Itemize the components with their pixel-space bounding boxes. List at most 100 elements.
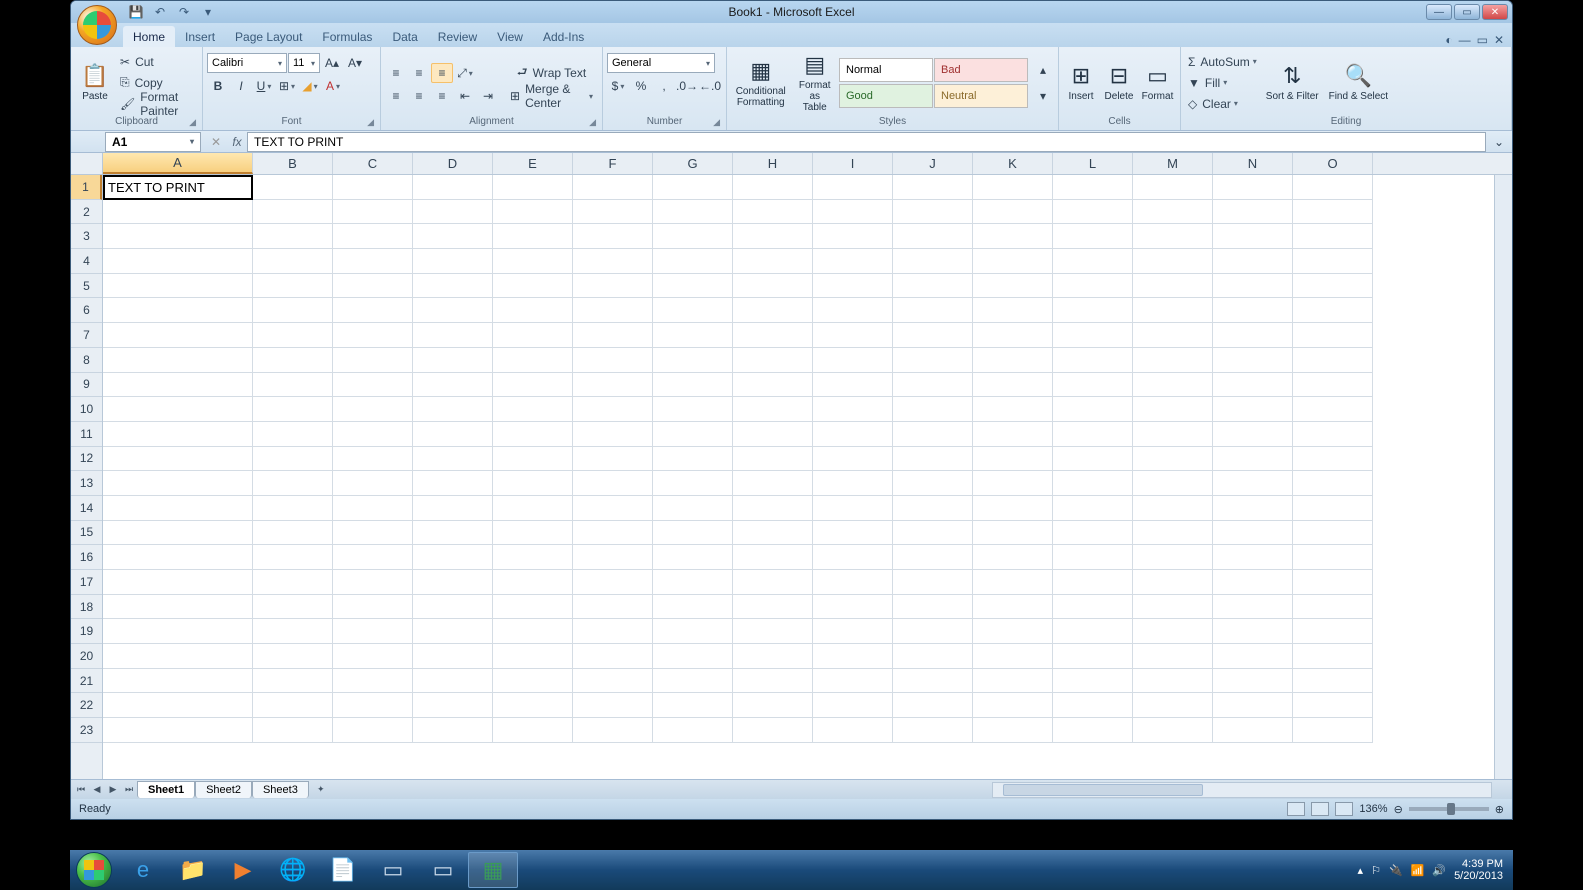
insert-cells-button[interactable]: ⊞Insert [1063,51,1099,115]
cell-E14[interactable] [493,496,573,521]
cell-J13[interactable] [893,471,973,496]
cell-J23[interactable] [893,718,973,743]
row-header-5[interactable]: 5 [71,274,102,299]
cell-H2[interactable] [733,200,813,225]
cell-G23[interactable] [653,718,733,743]
taskbar-ie-icon[interactable]: e [118,852,168,888]
bold-button[interactable]: B [207,76,229,96]
cell-G10[interactable] [653,397,733,422]
column-header-B[interactable]: B [253,153,333,174]
cell-O2[interactable] [1293,200,1373,225]
help-icon[interactable]: ◐ [1445,33,1452,47]
row-header-2[interactable]: 2 [71,200,102,225]
cell-D19[interactable] [413,619,493,644]
cell-L5[interactable] [1053,274,1133,299]
cell-F18[interactable] [573,595,653,620]
cell-C19[interactable] [333,619,413,644]
cell-J20[interactable] [893,644,973,669]
cell-E22[interactable] [493,693,573,718]
start-button[interactable] [70,850,118,890]
cell-F10[interactable] [573,397,653,422]
row-header-8[interactable]: 8 [71,348,102,373]
cell-L13[interactable] [1053,471,1133,496]
cell-N3[interactable] [1213,224,1293,249]
cell-K6[interactable] [973,298,1053,323]
cell-A11[interactable] [103,422,253,447]
cell-K5[interactable] [973,274,1053,299]
cell-K13[interactable] [973,471,1053,496]
cell-L4[interactable] [1053,249,1133,274]
cell-I20[interactable] [813,644,893,669]
taskbar-chrome-icon[interactable]: 🌐 [268,852,318,888]
cell-K14[interactable] [973,496,1053,521]
cell-H3[interactable] [733,224,813,249]
cell-O12[interactable] [1293,447,1373,472]
ribbon-minimize-icon[interactable]: — [1459,33,1471,47]
row-header-12[interactable]: 12 [71,447,102,472]
conditional-formatting-button[interactable]: ▦Conditional Formatting [731,51,790,115]
cell-O19[interactable] [1293,619,1373,644]
cell-I11[interactable] [813,422,893,447]
cell-L15[interactable] [1053,521,1133,546]
tab-view[interactable]: View [487,26,533,47]
cell-A18[interactable] [103,595,253,620]
cell-I22[interactable] [813,693,893,718]
column-header-E[interactable]: E [493,153,573,174]
cell-I1[interactable] [813,175,893,200]
cell-D17[interactable] [413,570,493,595]
cell-H4[interactable] [733,249,813,274]
cell-K8[interactable] [973,348,1053,373]
cell-N1[interactable] [1213,175,1293,200]
cell-L20[interactable] [1053,644,1133,669]
cell-O5[interactable] [1293,274,1373,299]
cell-M14[interactable] [1133,496,1213,521]
cell-D23[interactable] [413,718,493,743]
tray-network-icon[interactable]: 📶 [1411,864,1425,877]
cell-I5[interactable] [813,274,893,299]
cell-K11[interactable] [973,422,1053,447]
cell-G1[interactable] [653,175,733,200]
cell-D8[interactable] [413,348,493,373]
normal-view-button[interactable] [1287,802,1305,816]
cell-D5[interactable] [413,274,493,299]
formula-bar[interactable]: TEXT TO PRINT [247,132,1486,152]
cell-N5[interactable] [1213,274,1293,299]
cell-J2[interactable] [893,200,973,225]
cell-F5[interactable] [573,274,653,299]
ribbon-restore-icon[interactable]: ▭ [1477,33,1488,47]
underline-button[interactable]: U▾ [253,76,275,96]
taskbar-app1-icon[interactable]: ▭ [368,852,418,888]
column-header-O[interactable]: O [1293,153,1373,174]
cell-B3[interactable] [253,224,333,249]
cell-F8[interactable] [573,348,653,373]
cell-D1[interactable] [413,175,493,200]
cell-N21[interactable] [1213,669,1293,694]
cell-J16[interactable] [893,545,973,570]
cell-J19[interactable] [893,619,973,644]
cell-O22[interactable] [1293,693,1373,718]
cell-H9[interactable] [733,373,813,398]
cell-J1[interactable] [893,175,973,200]
cell-A6[interactable] [103,298,253,323]
row-header-20[interactable]: 20 [71,644,102,669]
cell-L8[interactable] [1053,348,1133,373]
cell-L3[interactable] [1053,224,1133,249]
cell-N11[interactable] [1213,422,1293,447]
find-select-button[interactable]: 🔍Find & Select [1325,51,1392,115]
cell-O11[interactable] [1293,422,1373,447]
cell-E3[interactable] [493,224,573,249]
paste-button[interactable]: 📋Paste [75,51,115,115]
cell-F21[interactable] [573,669,653,694]
cell-M23[interactable] [1133,718,1213,743]
cell-D20[interactable] [413,644,493,669]
increase-decimal-button[interactable]: .0→ [676,76,698,96]
cell-N22[interactable] [1213,693,1293,718]
cell-C15[interactable] [333,521,413,546]
cell-C16[interactable] [333,545,413,570]
cell-D11[interactable] [413,422,493,447]
cell-K15[interactable] [973,521,1053,546]
cell-B5[interactable] [253,274,333,299]
cell-A15[interactable] [103,521,253,546]
cell-F1[interactable] [573,175,653,200]
cell-E16[interactable] [493,545,573,570]
